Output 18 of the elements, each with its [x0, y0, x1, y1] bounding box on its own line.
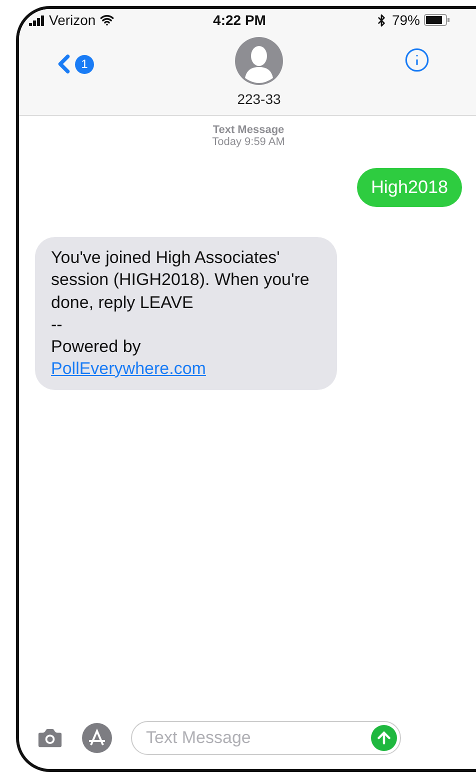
message-label: Text Message	[212, 124, 284, 136]
send-button[interactable]	[371, 725, 397, 751]
wifi-icon	[100, 13, 114, 27]
clock-time: 4:22 PM	[213, 12, 266, 28]
app-store-button[interactable]	[81, 722, 115, 754]
message-text: High2018	[370, 176, 448, 199]
message-link[interactable]: PollEverywhere.com	[51, 358, 321, 380]
info-icon[interactable]	[404, 47, 430, 73]
battery-icon	[424, 14, 450, 26]
message-text: You've joined High Associates' session (HIGH2018). When you're done, reply LEAVE -- Powered by	[51, 247, 310, 358]
message-input-field[interactable]: Text Message	[131, 721, 401, 755]
contact-number: 223-33	[237, 91, 281, 107]
avatar-icon[interactable]	[235, 37, 283, 85]
signal-icon	[29, 14, 45, 26]
message-time: Today 9:59 AM	[212, 136, 285, 148]
back-button[interactable]: 1	[49, 49, 94, 79]
battery-percent: 79%	[392, 12, 420, 28]
carrier-name: Verizon	[49, 12, 96, 28]
